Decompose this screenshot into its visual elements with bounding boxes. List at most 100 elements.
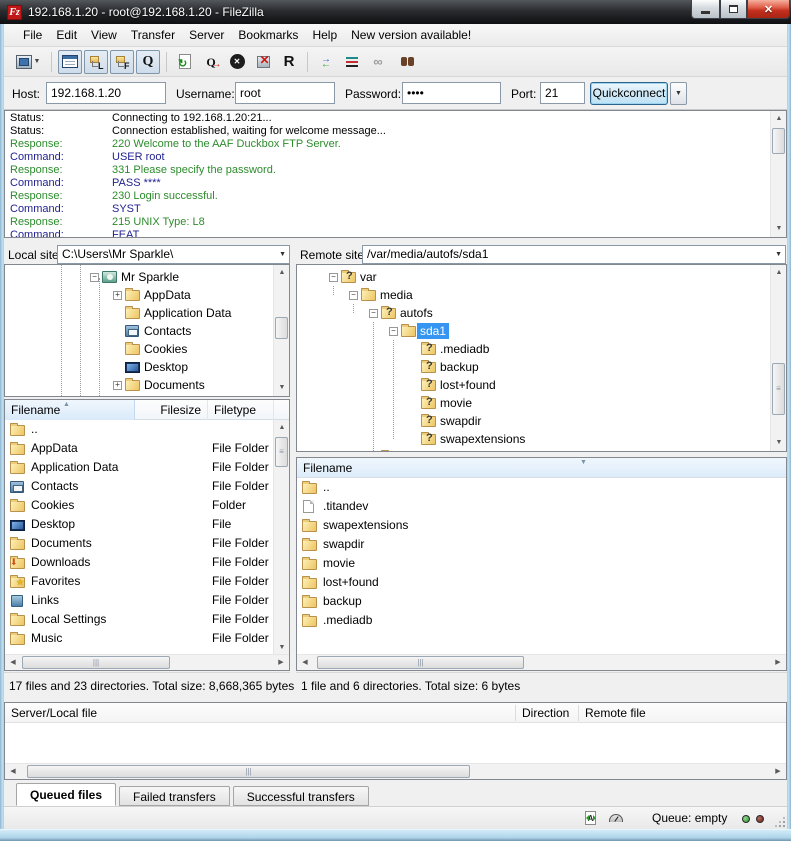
quickconnect-dropdown-button[interactable]: ▼: [670, 82, 687, 105]
disconnect-button[interactable]: [251, 50, 275, 74]
scrollbar-thumb[interactable]: ≡: [772, 363, 785, 415]
remote-file-row[interactable]: .titandev: [297, 497, 786, 516]
port-input[interactable]: [540, 82, 585, 104]
remote-tree-item[interactable]: swapextensions: [409, 430, 528, 448]
local-tree-item[interactable]: +AppData: [113, 286, 194, 304]
title-bar[interactable]: Fz 192.168.1.20 - root@192.168.1.20 - Fi…: [0, 0, 791, 24]
local-tree-toggle-button[interactable]: [84, 50, 108, 74]
tree-item-label[interactable]: media: [377, 287, 416, 303]
scroll-down-arrow[interactable]: ▼: [771, 435, 787, 451]
local-file-row[interactable]: CookiesFolder: [5, 496, 289, 515]
local-file-row[interactable]: ContactsFile Folder: [5, 477, 289, 496]
column-header-filename[interactable]: Filename▲: [5, 400, 135, 420]
queue-column-direction[interactable]: Direction: [522, 703, 569, 723]
local-site-combo[interactable]: C:\Users\Mr Sparkle\▼: [57, 245, 290, 264]
local-file-row[interactable]: ..: [5, 420, 289, 439]
remote-tree-item[interactable]: − media: [349, 286, 416, 304]
process-queue-button[interactable]: Q: [199, 50, 223, 74]
local-file-row[interactable]: DocumentsFile Folder: [5, 534, 289, 553]
transfer-type-icon[interactable]: A: [585, 811, 596, 825]
synchronized-browsing-button[interactable]: →←: [314, 50, 338, 74]
tree-item-label[interactable]: sda1: [417, 323, 449, 339]
remote-tree-item[interactable]: movie: [409, 394, 475, 412]
scrollbar-thumb[interactable]: [772, 128, 785, 154]
local-file-row[interactable]: LinksFile Folder: [5, 591, 289, 610]
remote-tree-item[interactable]: backup: [409, 358, 482, 376]
collapse-expander-icon[interactable]: −: [389, 327, 398, 336]
menu-new-version[interactable]: New version available!: [344, 26, 478, 45]
remote-file-row[interactable]: swapextensions: [297, 516, 786, 535]
tab-failed-transfers[interactable]: Failed transfers: [119, 786, 230, 806]
remote-file-row[interactable]: swapdir: [297, 535, 786, 554]
collapse-expander-icon[interactable]: −: [349, 291, 358, 300]
minimize-button[interactable]: [691, 0, 720, 19]
tree-item-label[interactable]: AppData: [141, 287, 194, 303]
resize-grip[interactable]: [783, 825, 785, 827]
remote-tree-vertical-scrollbar[interactable]: ▲ ≡ ▼: [770, 265, 786, 451]
tree-item-label[interactable]: swapextensions: [437, 431, 528, 447]
tree-item-label[interactable]: Downloads: [141, 395, 206, 397]
collapse-expander-icon[interactable]: −: [369, 309, 378, 318]
menu-server[interactable]: Server: [182, 26, 231, 45]
local-file-row[interactable]: DownloadsFile Folder: [5, 553, 289, 572]
expand-expander-icon[interactable]: +: [113, 381, 122, 390]
tab-successful-transfers[interactable]: Successful transfers: [233, 786, 369, 806]
scrollbar-thumb[interactable]: |||: [317, 656, 524, 669]
tree-item-label[interactable]: Mr Sparkle: [118, 269, 182, 285]
remote-tree-item[interactable]: − autofs: [369, 304, 436, 322]
tree-item-label[interactable]: lost+found: [437, 377, 499, 393]
host-input[interactable]: [46, 82, 166, 104]
queue-column-remote-file[interactable]: Remote file: [585, 703, 646, 723]
collapse-expander-icon[interactable]: −: [329, 273, 338, 282]
tree-item-label[interactable]: autofs: [397, 305, 436, 321]
local-file-row[interactable]: Application DataFile Folder: [5, 458, 289, 477]
menu-bookmarks[interactable]: Bookmarks: [231, 26, 305, 45]
scroll-left-arrow[interactable]: ◀: [5, 655, 21, 671]
filter-button[interactable]: ∞: [366, 50, 390, 74]
scroll-down-arrow[interactable]: ▼: [771, 221, 787, 237]
scroll-left-arrow[interactable]: ◀: [5, 764, 21, 780]
queue-column-local-file[interactable]: Server/Local file: [11, 703, 97, 723]
scrollbar-thumb[interactable]: |||: [22, 656, 170, 669]
remote-site-combo[interactable]: /var/media/autofs/sda1▼: [362, 245, 786, 264]
column-header-filetype[interactable]: Filetype: [208, 400, 274, 420]
remote-file-row[interactable]: movie: [297, 554, 786, 573]
message-log-toggle-button[interactable]: [58, 50, 82, 74]
menu-view[interactable]: View: [84, 26, 124, 45]
remote-file-row[interactable]: ..: [297, 478, 786, 497]
local-file-row[interactable]: AppDataFile Folder: [5, 439, 289, 458]
remote-file-row[interactable]: .mediadb: [297, 611, 786, 630]
password-input[interactable]: [402, 82, 501, 104]
local-tree-item[interactable]: Application Data: [113, 304, 234, 322]
scroll-right-arrow[interactable]: ▶: [770, 764, 786, 780]
local-list-horizontal-scrollbar[interactable]: ◀ ||| ▶: [5, 654, 289, 670]
tree-item-label[interactable]: movie: [437, 395, 475, 411]
local-tree-vertical-scrollbar[interactable]: ▲ ▼: [273, 265, 289, 396]
speed-limits-icon[interactable]: [609, 814, 623, 822]
remote-tree-item[interactable]: swapdir: [409, 412, 484, 430]
tree-item-label[interactable]: swapdir: [437, 413, 484, 429]
local-tree-item[interactable]: Cookies: [113, 340, 190, 358]
local-tree-item[interactable]: Desktop: [113, 358, 191, 376]
directory-comparison-button[interactable]: [340, 50, 364, 74]
local-list-vertical-scrollbar[interactable]: ▲ ≡ ▼: [273, 420, 289, 656]
local-file-row[interactable]: Local SettingsFile Folder: [5, 610, 289, 629]
scroll-up-arrow[interactable]: ▲: [771, 265, 787, 281]
local-tree-item[interactable]: −Mr Sparkle: [90, 268, 182, 286]
reconnect-button[interactable]: R: [277, 50, 301, 74]
tab-queued-files[interactable]: Queued files: [16, 783, 116, 806]
tree-item-label[interactable]: Desktop: [141, 359, 191, 375]
menu-file[interactable]: File: [16, 26, 49, 45]
tree-item-label[interactable]: backup: [437, 359, 482, 375]
local-file-row[interactable]: FavoritesFile Folder: [5, 572, 289, 591]
close-button[interactable]: ✕: [747, 0, 790, 19]
cancel-button[interactable]: ✕: [225, 50, 249, 74]
local-file-row[interactable]: MusicFile Folder: [5, 629, 289, 648]
quickconnect-button[interactable]: Quickconnect: [590, 82, 668, 105]
find-files-button[interactable]: [392, 50, 416, 74]
remote-tree-item[interactable]: lost+found: [409, 376, 499, 394]
scroll-up-arrow[interactable]: ▲: [274, 265, 290, 281]
scroll-up-arrow[interactable]: ▲: [771, 111, 787, 127]
scroll-up-arrow[interactable]: ▲: [274, 420, 290, 436]
remote-file-row[interactable]: lost+found: [297, 573, 786, 592]
